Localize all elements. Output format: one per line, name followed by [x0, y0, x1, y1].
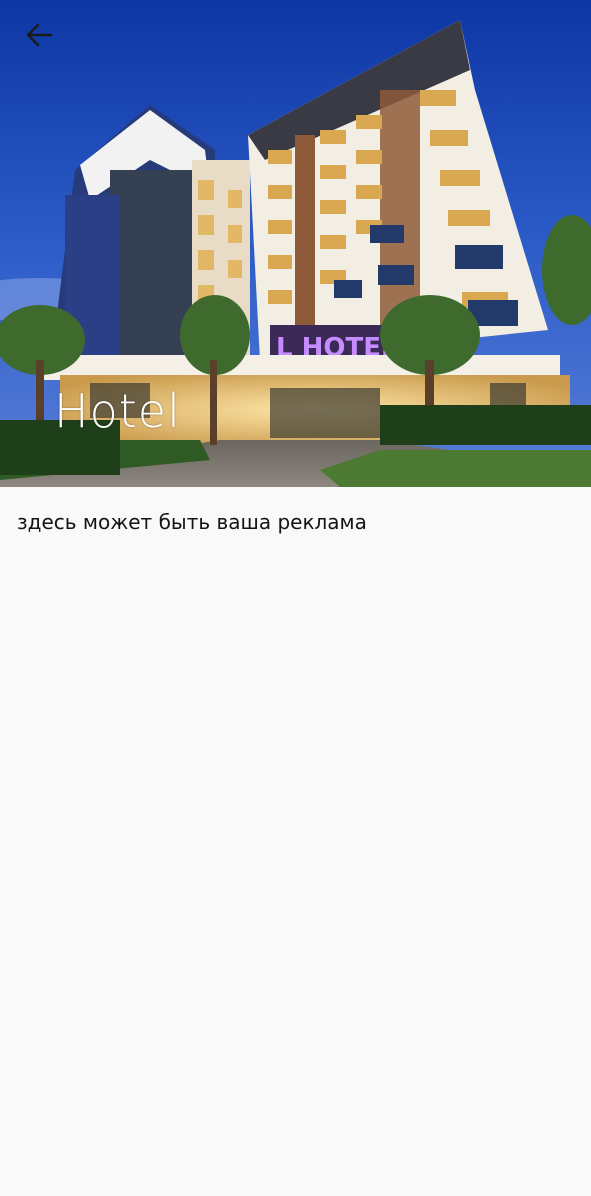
hotel-title: Hotel [54, 384, 181, 438]
arrow-left-icon [26, 23, 53, 47]
hotel-hero-image: L HOTEL Hotel [0, 0, 591, 487]
ad-placeholder-text: здесь может быть ваша реклама [17, 510, 367, 534]
back-button[interactable] [24, 20, 68, 60]
